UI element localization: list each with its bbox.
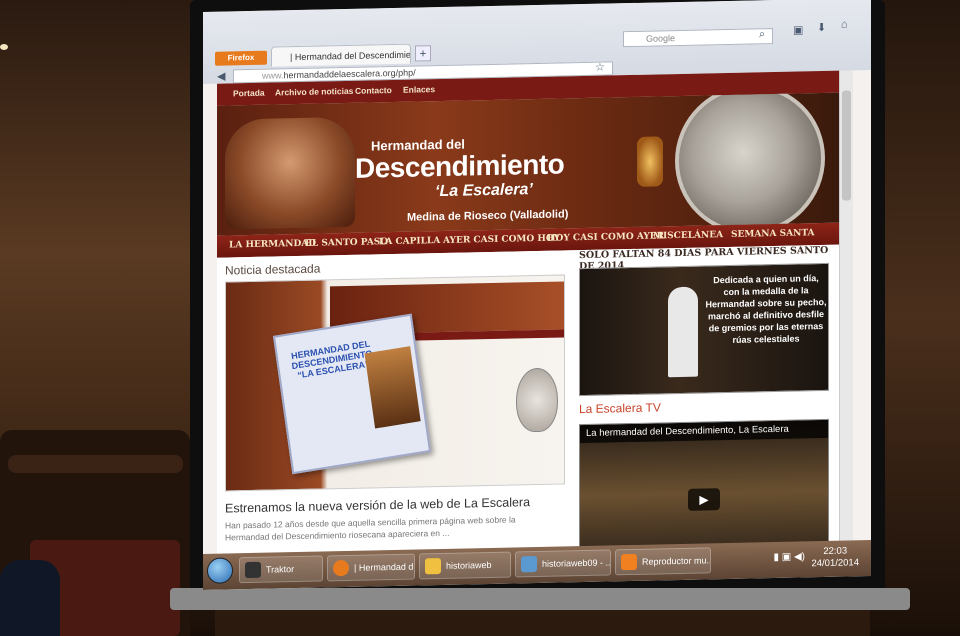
task-label: historiaweb09 - ...: [542, 557, 611, 569]
site-banner: Hermandad del Descendimiento ‘La Escaler…: [217, 92, 839, 236]
download-icon[interactable]: ⬇: [817, 21, 826, 34]
website: Portada Archivo de noticias Contacto Enl…: [217, 70, 839, 569]
banner-line2: Descendimiento: [355, 148, 565, 184]
firefox-icon: [333, 559, 349, 577]
menu-el-santo-paso[interactable]: EL SANTO PASO: [305, 237, 388, 249]
clock-date: 24/01/2014: [811, 557, 859, 570]
back-icon[interactable]: ◀: [217, 70, 225, 83]
banner-line4: Medina de Rioseco (Valladolid): [407, 208, 569, 224]
old-website-photo: [364, 346, 421, 429]
task-firefox[interactable]: | Hermandad d...: [327, 553, 415, 582]
task-label: historiaweb: [446, 559, 492, 571]
task-label: Traktor: [266, 564, 295, 575]
banner-sculpture-image: [225, 116, 355, 230]
bookmarks-icon[interactable]: ▣: [793, 23, 803, 36]
firefox-menu-button[interactable]: Firefox: [215, 50, 267, 66]
nav-enlaces[interactable]: Enlaces: [403, 84, 435, 95]
memorial-quote: Dedicada a quien un día, con la medalla …: [705, 273, 827, 345]
mini-seal-image: [516, 367, 558, 433]
video-title-bar: La hermandad del Descendimiento, La Esca…: [580, 419, 829, 444]
search-icon[interactable]: ⌕: [759, 28, 765, 41]
projection-screen-bar: [170, 588, 910, 610]
task-traktor[interactable]: Traktor: [239, 555, 323, 584]
nav-archivo[interactable]: Archivo de noticias: [275, 86, 353, 98]
ceiling-lamp: [0, 44, 8, 50]
audience-person: [0, 560, 60, 636]
home-icon[interactable]: ⌂: [841, 18, 848, 30]
url-path: hermandaddelaescalera.org/php/: [283, 67, 416, 81]
nav-portada[interactable]: Portada: [233, 88, 265, 99]
vlc-icon: [621, 553, 637, 571]
scrollbar-thumb[interactable]: [842, 90, 851, 201]
projected-desktop: Firefox | Hermandad del Descendimiento +…: [203, 0, 871, 591]
system-tray[interactable]: ▮ ▣ ◀): [773, 551, 805, 563]
featured-image[interactable]: HERMANDAD DEL DESCENDIMIENTO “LA ESCALER…: [225, 274, 565, 492]
banner-lantern-image: [637, 136, 663, 187]
featured-title[interactable]: Estrenamos la nueva versión de la web de…: [225, 495, 530, 515]
new-tab-button[interactable]: +: [415, 45, 431, 62]
menu-la-capilla[interactable]: LA CAPILLA: [379, 236, 440, 247]
taskbar-clock[interactable]: 22:03 24/01/2014: [811, 545, 859, 570]
memorial-figure: [668, 286, 698, 378]
task-historiaweb[interactable]: historiaweb: [419, 551, 511, 580]
star-icon[interactable]: ☆: [595, 61, 605, 74]
search-input[interactable]: Google: [623, 28, 773, 48]
featured-section-title: Noticia destacada: [225, 261, 321, 278]
site-content: Noticia destacada HERMANDAD DEL DESCENDI…: [217, 244, 839, 569]
clock-time: 22:03: [823, 545, 848, 558]
nav-contacto[interactable]: Contacto: [355, 85, 392, 96]
task-reproductor[interactable]: Reproductor mu...: [615, 547, 711, 576]
page-scrollbar[interactable]: [839, 70, 853, 541]
menu-miscelanea[interactable]: MISCELÁNEA: [653, 230, 723, 241]
menu-ayer-casi-como-hoy[interactable]: AYER CASI COMO HOY: [443, 234, 560, 246]
menu-la-hermandad[interactable]: LA HERMANDAD: [229, 239, 316, 251]
chair-rail: [8, 455, 183, 473]
traktor-icon: [245, 561, 261, 579]
featured-excerpt: Han pasado 12 años desde que aquella sen…: [225, 514, 516, 543]
task-label: Reproductor mu...: [642, 555, 711, 567]
menu-semana-santa[interactable]: SEMANA SANTA: [731, 228, 815, 240]
start-button[interactable]: [207, 557, 233, 584]
memorial-photo: Dedicada a quien un día, con la medalla …: [579, 262, 829, 397]
url-host: www.: [262, 70, 284, 81]
banner-line3: ‘La Escalera’: [435, 181, 533, 201]
banner-medal-image: [675, 92, 825, 236]
image-viewer-icon: [521, 556, 537, 573]
menu-hoy-casi-como-ayer[interactable]: HOY CASI COMO AYER: [547, 231, 664, 243]
task-label: | Hermandad d...: [354, 561, 415, 573]
tv-section-title: La Escalera TV: [579, 400, 661, 417]
task-historiaweb09[interactable]: historiaweb09 - ...: [515, 549, 611, 578]
browser-tab[interactable]: | Hermandad del Descendimiento: [271, 43, 411, 67]
play-icon[interactable]: ▶: [688, 488, 720, 511]
old-website-screenshot: HERMANDAD DEL DESCENDIMIENTO “LA ESCALER…: [272, 313, 432, 475]
video-title[interactable]: La hermandad del Descendimiento, La Esca…: [586, 424, 789, 439]
folder-icon: [425, 558, 441, 575]
